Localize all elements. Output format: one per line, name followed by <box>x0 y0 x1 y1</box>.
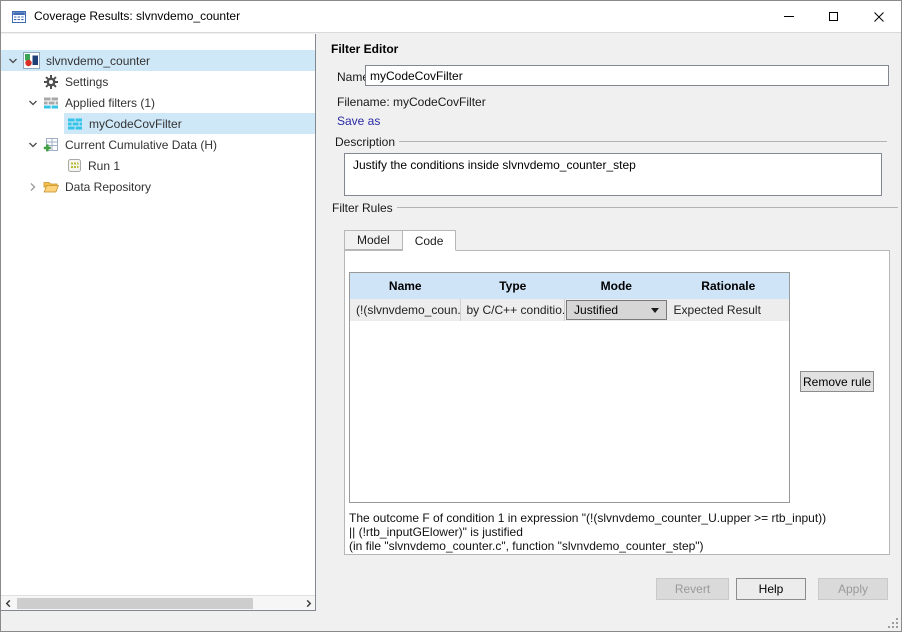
filename-text: Filename: myCodeCovFilter <box>337 95 486 109</box>
rule-row[interactable]: (!(slvnvdemo_coun... by C/C++ conditio..… <box>350 299 789 321</box>
filter-icon <box>67 116 83 132</box>
run-data-icon <box>67 158 82 173</box>
column-header-mode: Mode <box>600 279 632 293</box>
coverage-app-icon <box>11 9 27 25</box>
tree-item-label: Run 1 <box>88 158 121 173</box>
chevron-down-icon[interactable] <box>26 140 40 150</box>
rule-rationale-cell: Expected Result <box>673 303 761 317</box>
coverage-tree: slvnvdemo_counter Settings Applied filte… <box>1 34 316 611</box>
footnote-line-2: || (!rtb_inputGElower)" is justified <box>349 525 523 539</box>
title-bar: Coverage Results: slvnvdemo_counter <box>1 1 901 33</box>
mode-dropdown[interactable]: Justified <box>566 300 667 320</box>
selected-row-highlight: myCodeCovFilter <box>64 113 315 134</box>
tree-item-label: myCodeCovFilter <box>89 116 182 131</box>
filter-rules-tabs: Model Code <box>344 230 457 251</box>
tree-item-applied-filters[interactable]: Applied filters (1) <box>1 92 315 113</box>
window-title: Coverage Results: slvnvdemo_counter <box>34 9 241 23</box>
remove-rule-button[interactable]: Remove rule <box>800 371 874 392</box>
tree-item-label: Applied filters (1) <box>65 95 156 110</box>
tree-item-run1[interactable]: Run 1 <box>1 155 315 176</box>
tree-item-label: slvnvdemo_counter <box>46 53 151 68</box>
gear-icon <box>43 74 59 90</box>
chevron-down-icon[interactable] <box>6 56 20 66</box>
tree-item-mycodecovfilter[interactable]: myCodeCovFilter <box>1 113 315 134</box>
close-button[interactable] <box>856 1 901 32</box>
description-label: Description <box>335 135 396 149</box>
maximize-button[interactable] <box>811 1 856 32</box>
rules-table: Name Type Mode Rationale (!(slvnvdemo_co… <box>349 272 790 503</box>
close-icon <box>873 11 884 22</box>
save-as-link[interactable]: Save as <box>337 114 380 128</box>
tree-item-label: Current Cumulative Data (H) <box>65 137 218 152</box>
scroll-left-arrow-icon[interactable] <box>1 596 15 610</box>
folder-icon <box>43 179 59 195</box>
cumulative-data-icon <box>43 137 59 153</box>
apply-button[interactable]: Apply <box>818 578 888 600</box>
chevron-right-icon[interactable] <box>26 182 40 192</box>
window-resize-grip[interactable] <box>885 615 898 628</box>
footnote-line-3: (in file "slvnvdemo_counter.c", function… <box>349 539 704 553</box>
tab-code[interactable]: Code <box>402 230 457 251</box>
column-header-rationale: Rationale <box>701 279 756 293</box>
tree-item-cumulative-data[interactable]: Current Cumulative Data (H) <box>1 134 315 155</box>
minimize-button[interactable] <box>766 1 811 32</box>
maximize-icon <box>829 12 838 21</box>
description-textarea[interactable]: Justify the conditions inside slvnvdemo_… <box>344 153 882 196</box>
column-header-type: Type <box>499 279 527 293</box>
tree-item-model-root[interactable]: slvnvdemo_counter <box>1 50 315 71</box>
rule-mode-cell: Justified <box>565 299 668 321</box>
scrollbar-thumb[interactable] <box>17 598 253 609</box>
tree-item-label: Settings <box>65 74 109 89</box>
dropdown-caret-icon <box>650 307 659 313</box>
rule-name-cell: (!(slvnvdemo_coun... <box>350 299 461 321</box>
rules-table-header: Name Type Mode Rationale <box>350 273 789 299</box>
coverage-results-window: Coverage Results: slvnvdemo_counter slvn… <box>0 0 902 632</box>
tab-model[interactable]: Model <box>344 230 403 250</box>
minimize-icon <box>783 16 794 17</box>
chevron-down-icon[interactable] <box>26 98 40 108</box>
filter-editor-panel: Filter Editor Name Filename: myCodeCovFi… <box>317 34 901 631</box>
revert-button[interactable]: Revert <box>656 578 729 600</box>
filter-rules-divider <box>397 207 898 208</box>
footnote-line-1: The outcome F of condition 1 in expressi… <box>349 511 827 525</box>
tree-horizontal-scrollbar[interactable] <box>1 595 315 610</box>
help-button[interactable]: Help <box>736 578 806 600</box>
rule-footnote: The outcome F of condition 1 in expressi… <box>349 511 826 553</box>
code-tab-panel: Name Type Mode Rationale (!(slvnvdemo_co… <box>344 250 890 555</box>
applied-filters-icon <box>43 95 59 111</box>
tree-item-label: Data Repository <box>65 179 152 194</box>
panel-title: Filter Editor <box>331 42 399 56</box>
tree-item-settings[interactable]: Settings <box>1 71 315 92</box>
tree-item-data-repository[interactable]: Data Repository <box>1 176 315 197</box>
model-icon <box>23 52 40 69</box>
filter-rules-label: Filter Rules <box>332 201 393 215</box>
rule-type-cell: by C/C++ conditio... <box>461 299 566 321</box>
column-header-name: Name <box>388 279 422 293</box>
mode-dropdown-value: Justified <box>574 303 619 317</box>
name-input[interactable] <box>365 65 889 86</box>
description-divider <box>399 141 887 142</box>
scroll-right-arrow-icon[interactable] <box>301 596 315 610</box>
